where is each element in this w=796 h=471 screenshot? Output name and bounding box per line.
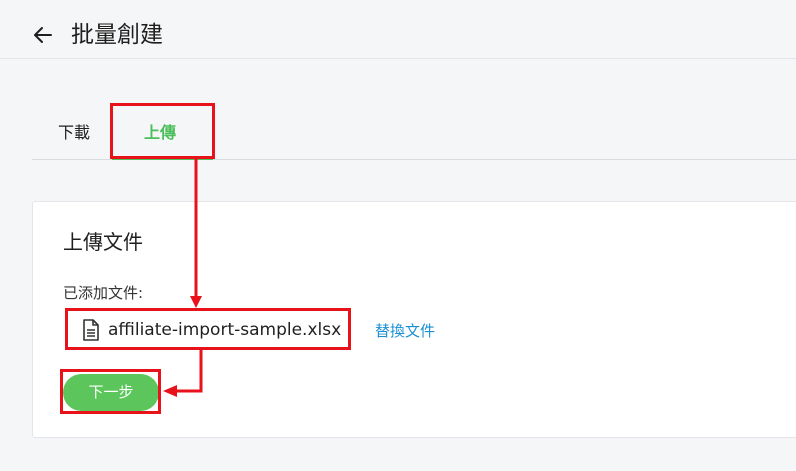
annotation-arrows	[163, 159, 203, 397]
